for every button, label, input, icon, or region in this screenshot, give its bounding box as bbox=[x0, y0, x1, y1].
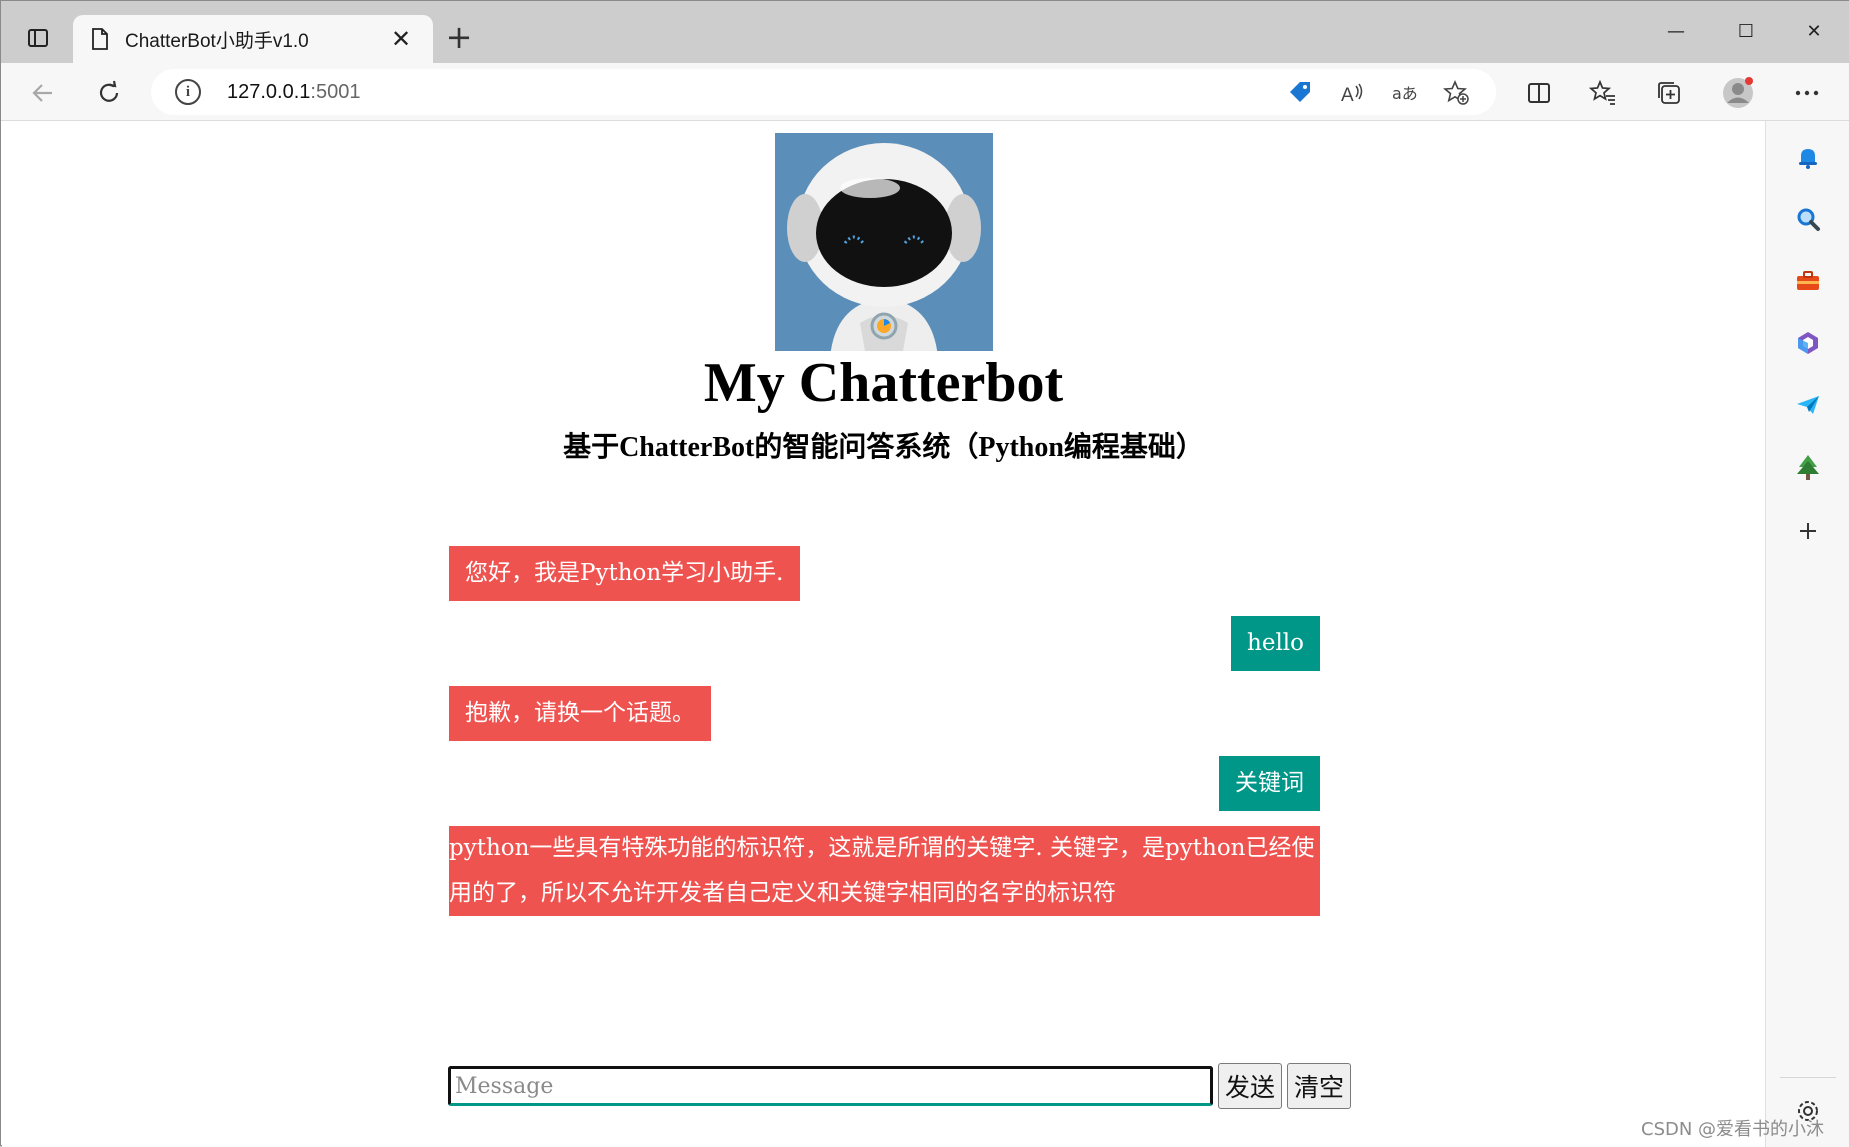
translate-icon[interactable]: aあ bbox=[1389, 77, 1421, 109]
bot-message-row: python一些具有特殊功能的标识符，这就是所谓的关键字. 关键字，是pytho… bbox=[449, 826, 1320, 916]
bot-message: 抱歉，请换一个话题。 bbox=[449, 686, 711, 741]
tab-close-icon[interactable]: ✕ bbox=[387, 25, 415, 53]
message-input[interactable] bbox=[448, 1066, 1213, 1106]
csdn-watermark: CSDN @爱看书的小沐 bbox=[1641, 1119, 1825, 1140]
svg-text:aあ: aあ bbox=[1392, 84, 1418, 103]
favorites-icon bbox=[1589, 79, 1615, 105]
search-icon[interactable] bbox=[1790, 201, 1826, 237]
collections-icon bbox=[1658, 82, 1680, 104]
robot-avatar-image bbox=[775, 133, 993, 351]
page-subtitle: 基于ChatterBot的智能问答系统（Python编程基础） bbox=[563, 432, 1204, 463]
maximize-button[interactable]: ☐ bbox=[1716, 11, 1776, 51]
more-dots-icon bbox=[1795, 90, 1819, 96]
bot-message-row: 抱歉，请换一个话题。 bbox=[449, 686, 1320, 741]
profile-button[interactable] bbox=[1716, 71, 1760, 115]
split-screen-icon bbox=[1528, 83, 1550, 103]
toolbox-icon[interactable] bbox=[1790, 263, 1826, 299]
coupon-tag-icon[interactable] bbox=[1284, 77, 1316, 109]
browser-window: ChatterBot小助手v1.0 ✕ + — ☐ ✕ i 127.0.0.1:… bbox=[0, 0, 1849, 1147]
page-title: My Chatterbot bbox=[703, 352, 1064, 414]
page-icon bbox=[92, 28, 108, 50]
browser-tab[interactable]: ChatterBot小助手v1.0 ✕ bbox=[73, 15, 433, 63]
user-message: 关键词 bbox=[1219, 756, 1320, 811]
new-tab-button[interactable]: + bbox=[441, 19, 477, 55]
more-menu-button[interactable] bbox=[1785, 71, 1829, 115]
send-icon[interactable] bbox=[1790, 387, 1826, 423]
copilot-icon[interactable] bbox=[1790, 325, 1826, 361]
url-port: :5001 bbox=[310, 80, 361, 103]
send-button[interactable]: 发送 bbox=[1218, 1063, 1283, 1109]
url-text[interactable]: 127.0.0.1:5001 bbox=[227, 81, 360, 104]
site-info-icon[interactable]: i bbox=[175, 79, 201, 105]
browser-toolbar: i 127.0.0.1:5001 A aあ bbox=[1, 63, 1849, 121]
bell-icon[interactable] bbox=[1790, 139, 1826, 175]
bot-message-text: python一些具有特殊功能的标识符，这就是所谓的关键字. 关键字，是pytho… bbox=[449, 827, 1315, 914]
refresh-button[interactable] bbox=[87, 71, 131, 115]
web-page: My Chatterbot 基于ChatterBot的智能问答系统（Python… bbox=[2, 121, 1765, 1147]
read-aloud-icon[interactable]: A bbox=[1336, 77, 1368, 109]
user-message-row: 关键词 bbox=[449, 756, 1320, 811]
add-icon[interactable] bbox=[1790, 513, 1826, 549]
user-message: hello bbox=[1231, 616, 1320, 671]
edge-sidebar bbox=[1765, 121, 1849, 1147]
url-host: 127.0.0.1 bbox=[227, 80, 311, 103]
bot-message-row: 您好，我是Python学习小助手. bbox=[449, 546, 1320, 601]
refresh-icon bbox=[99, 80, 119, 102]
tab-actions-button[interactable] bbox=[19, 19, 57, 57]
bot-message: python一些具有特殊功能的标识符，这就是所谓的关键字. 关键字，是pytho… bbox=[449, 826, 1320, 916]
bot-message: 您好，我是Python学习小助手. bbox=[449, 546, 800, 601]
tab-strip: ChatterBot小助手v1.0 ✕ + — ☐ ✕ bbox=[1, 1, 1849, 63]
back-arrow-icon bbox=[32, 84, 52, 102]
tab-title: ChatterBot小助手v1.0 bbox=[125, 30, 309, 52]
profile-avatar-icon bbox=[1723, 77, 1753, 108]
tree-icon[interactable] bbox=[1790, 449, 1826, 485]
close-window-button[interactable]: ✕ bbox=[1784, 11, 1844, 51]
clear-button[interactable]: 清空 bbox=[1287, 1063, 1352, 1109]
address-bar[interactable]: i 127.0.0.1:5001 A aあ bbox=[151, 69, 1496, 115]
favorites-button[interactable] bbox=[1581, 71, 1625, 115]
svg-text:A: A bbox=[1341, 85, 1354, 106]
split-screen-button[interactable] bbox=[1517, 71, 1561, 115]
add-favorite-icon[interactable] bbox=[1441, 77, 1473, 109]
tab-actions-icon bbox=[28, 29, 48, 47]
back-button[interactable] bbox=[21, 71, 65, 115]
minimize-button[interactable]: — bbox=[1646, 11, 1706, 51]
sidebar-divider bbox=[1780, 1077, 1836, 1078]
message-composer: 发送 清空 bbox=[448, 1063, 1358, 1109]
user-message-row: hello bbox=[449, 616, 1320, 671]
collections-button[interactable] bbox=[1647, 71, 1691, 115]
chat-log: 您好，我是Python学习小助手. hello 抱歉，请换一个话题。 关键词 p… bbox=[449, 546, 1320, 931]
